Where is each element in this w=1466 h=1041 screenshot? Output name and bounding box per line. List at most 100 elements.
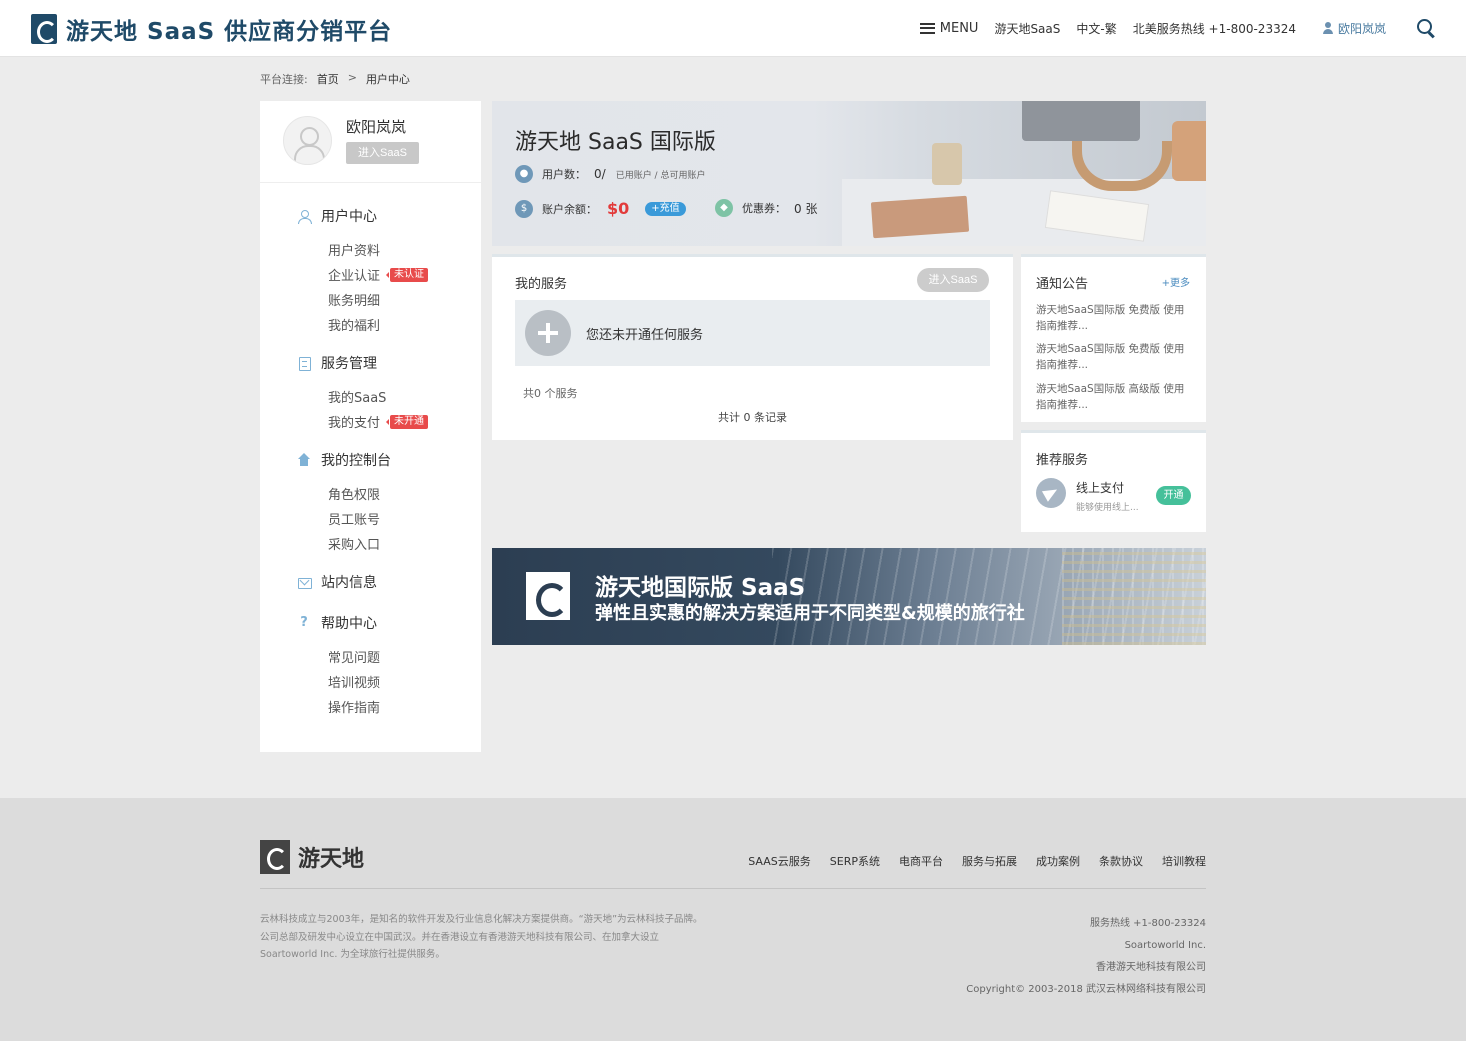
sidebar-item-billing[interactable]: 账务明细 — [260, 287, 481, 312]
user-icon — [297, 209, 312, 224]
notice-item[interactable]: 游天地SaaS国际版 免费版 使用指南推荐... — [1036, 341, 1194, 373]
footer-logo[interactable]: 游天地 — [260, 840, 364, 874]
hamburger-icon — [919, 22, 935, 34]
banner-title: 游天地国际版 SaaS — [595, 575, 806, 601]
sidebar-item-faq[interactable]: 常见问题 — [260, 644, 481, 669]
sidebar-item-enterprise-auth[interactable]: 企业认证 未认证 — [260, 262, 481, 287]
company-about: 云林科技成立与2003年，是知名的软件开发及行业信息化解决方案提供商。“游天地”… — [260, 911, 730, 964]
mail-icon — [297, 575, 312, 589]
user-menu[interactable]: 欧阳岚岚 — [1322, 20, 1386, 37]
group-title-messages[interactable]: 站内信息 — [260, 571, 481, 593]
group-title-user-center[interactable]: 用户中心 — [260, 205, 481, 227]
stat-value: 0/ — [594, 167, 606, 181]
promo-banner[interactable]: 游天地国际版 SaaS 弹性且实惠的解决方案适用于不同类型&规模的旅行社 — [492, 548, 1206, 645]
notice-item[interactable]: 游天地SaaS国际版 免费版 使用指南推荐... — [1036, 302, 1194, 334]
copyright: Copyright© 2003-2018 武汉云林网络科技有限公司 — [966, 984, 1206, 995]
sidebar-item-purchase[interactable]: 采购入口 — [260, 531, 481, 556]
building-photo — [1062, 548, 1206, 645]
help-icon: ? — [300, 615, 308, 630]
logo-icon — [260, 840, 290, 874]
dollar-icon: $ — [515, 199, 533, 218]
sidebar-item-label: 我的支付 — [328, 416, 381, 431]
footer: 游天地 SAAS云服务 SERP系统 电商平台 服务与拓展 成功案例 条款协议 … — [0, 798, 1466, 1041]
about-line: 云林科技成立与2003年，是知名的软件开发及行业信息化解决方案提供商。“游天地”… — [260, 914, 703, 925]
menu-group-user-center: 用户中心 用户资料 企业认证 未认证 账务明细 我的福利 — [260, 205, 481, 337]
panel-title: 通知公告 — [1036, 277, 1089, 292]
notice-panel: 通知公告 +更多 游天地SaaS国际版 免费版 使用指南推荐... 游天地Saa… — [1021, 254, 1206, 422]
account-summary-card: 游天地 SaaS 国际版 ● 用户数： 0/ 已用账户 / 总可用账户 $ 账户… — [492, 101, 1206, 246]
activate-button[interactable]: 开通 — [1156, 486, 1191, 505]
footer-link-saas[interactable]: SAAS云服务 — [748, 853, 811, 869]
sidebar-item-guide[interactable]: 操作指南 — [260, 694, 481, 719]
search-icon[interactable] — [1416, 18, 1436, 38]
group-title-service-mgmt[interactable]: 服务管理 — [260, 352, 481, 374]
laptop-photo — [1022, 101, 1140, 141]
brand-title: 游天地 SaaS 供应商分销平台 — [66, 19, 393, 45]
footer-link-tutorials[interactable]: 培训教程 — [1162, 853, 1206, 869]
panel-title: 我的服务 — [515, 277, 568, 292]
coupon-stat: ◆ 优惠券： 0 张 — [715, 199, 817, 217]
recharge-button[interactable]: +充值 — [645, 201, 686, 216]
cup-photo — [1172, 121, 1206, 181]
my-services-panel: 我的服务 进入SaaS 您还未开通任何服务 共0 个服务 共计 0 条记录 — [492, 254, 1013, 440]
sidebar-item-staff-accounts[interactable]: 员工账号 — [260, 506, 481, 531]
breadcrumb-prefix: 平台连接: — [260, 73, 308, 86]
sidebar-item-my-saas[interactable]: 我的SaaS — [260, 384, 481, 409]
user-name: 欧阳岚岚 — [1337, 21, 1386, 36]
status-badge: 未开通 — [386, 414, 429, 429]
menu-button[interactable]: MENU — [919, 21, 978, 36]
breadcrumb-current[interactable]: 用户中心 — [366, 71, 410, 87]
logo-icon — [31, 14, 57, 44]
group-title-help[interactable]: ? 帮助中心 — [260, 612, 481, 634]
language-switch[interactable]: 中文-繁 — [1076, 20, 1116, 37]
contact-line: 香港游天地科技有限公司 — [1096, 962, 1206, 973]
contact-line: 服务热线 +1-800-23324 — [1089, 918, 1206, 929]
add-icon[interactable] — [525, 310, 571, 356]
sidebar-item-benefits[interactable]: 我的福利 — [260, 312, 481, 337]
group-title-console[interactable]: 我的控制台 — [260, 449, 481, 471]
footer-link-terms[interactable]: 条款协议 — [1099, 853, 1143, 869]
group-label: 帮助中心 — [321, 616, 377, 632]
about-line: Soartoworld Inc. 为全球旅行社提供服务。 — [260, 949, 445, 960]
menu-group-help: ? 帮助中心 常见问题 培训视频 操作指南 — [260, 612, 481, 719]
document-icon — [297, 356, 311, 371]
record-total: 共计 0 条记录 — [718, 411, 787, 424]
breadcrumb-home[interactable]: 首页 — [317, 71, 339, 87]
sidebar-item-roles[interactable]: 角色权限 — [260, 481, 481, 506]
lamp-photo — [932, 143, 962, 185]
nav-link-saas[interactable]: 游天地SaaS — [994, 20, 1060, 37]
users-icon: ● — [515, 165, 533, 183]
footer-nav: SAAS云服务 SERP系统 电商平台 服务与拓展 成功案例 条款协议 培训教程 — [748, 853, 1206, 869]
avatar[interactable] — [283, 116, 332, 165]
status-badge: 未认证 — [386, 267, 429, 282]
footer-link-services[interactable]: 服务与拓展 — [962, 853, 1017, 869]
top-nav: MENU 游天地SaaS 中文-繁 北美服务热线 +1-800-23324 欧阳… — [904, 18, 1436, 38]
balance-value: $0 — [607, 199, 630, 218]
enter-saas-button[interactable]: 进入SaaS — [917, 268, 989, 292]
company-contact: 服务热线 +1-800-23324 Soartoworld Inc. 香港游天地… — [966, 913, 1206, 1001]
stat-note: 已用账户 / 总可用账户 — [615, 170, 706, 181]
footer-link-ecommerce[interactable]: 电商平台 — [899, 853, 943, 869]
sidebar-item-training-video[interactable]: 培训视频 — [260, 669, 481, 694]
profile-name: 欧阳岚岚 — [346, 118, 407, 136]
group-label: 站内信息 — [321, 575, 377, 591]
service-desc: 能够使用线上... — [1076, 503, 1139, 513]
user-count-stat: ● 用户数： 0/ 已用账户 / 总可用账户 — [515, 165, 705, 183]
notice-item[interactable]: 游天地SaaS国际版 高级版 使用指南推荐... — [1036, 381, 1194, 413]
group-label: 用户中心 — [321, 209, 377, 225]
profile-card: 欧阳岚岚 进入SaaS — [260, 101, 481, 183]
sidebar-item-profile[interactable]: 用户资料 — [260, 237, 481, 262]
stat-label: 账户余额： — [542, 202, 597, 216]
enter-saas-button[interactable]: 进入SaaS — [346, 142, 419, 164]
empty-text: 您还未开通任何服务 — [586, 327, 704, 343]
menu-group-console: 我的控制台 角色权限 员工账号 采购入口 — [260, 449, 481, 556]
stat-label: 用户数： — [542, 168, 586, 181]
empty-services[interactable]: 您还未开通任何服务 — [515, 300, 990, 366]
brand-logo[interactable]: 游天地 SaaS 供应商分销平台 — [31, 12, 392, 46]
more-link[interactable]: +更多 — [1162, 274, 1190, 289]
footer-link-serp[interactable]: SERP系统 — [830, 853, 880, 869]
group-label: 服务管理 — [321, 356, 377, 372]
sidebar-item-my-payment[interactable]: 我的支付 未开通 — [260, 409, 481, 434]
footer-link-cases[interactable]: 成功案例 — [1036, 853, 1080, 869]
banner-subtitle: 弹性且实惠的解决方案适用于不同类型&规模的旅行社 — [595, 603, 1025, 624]
